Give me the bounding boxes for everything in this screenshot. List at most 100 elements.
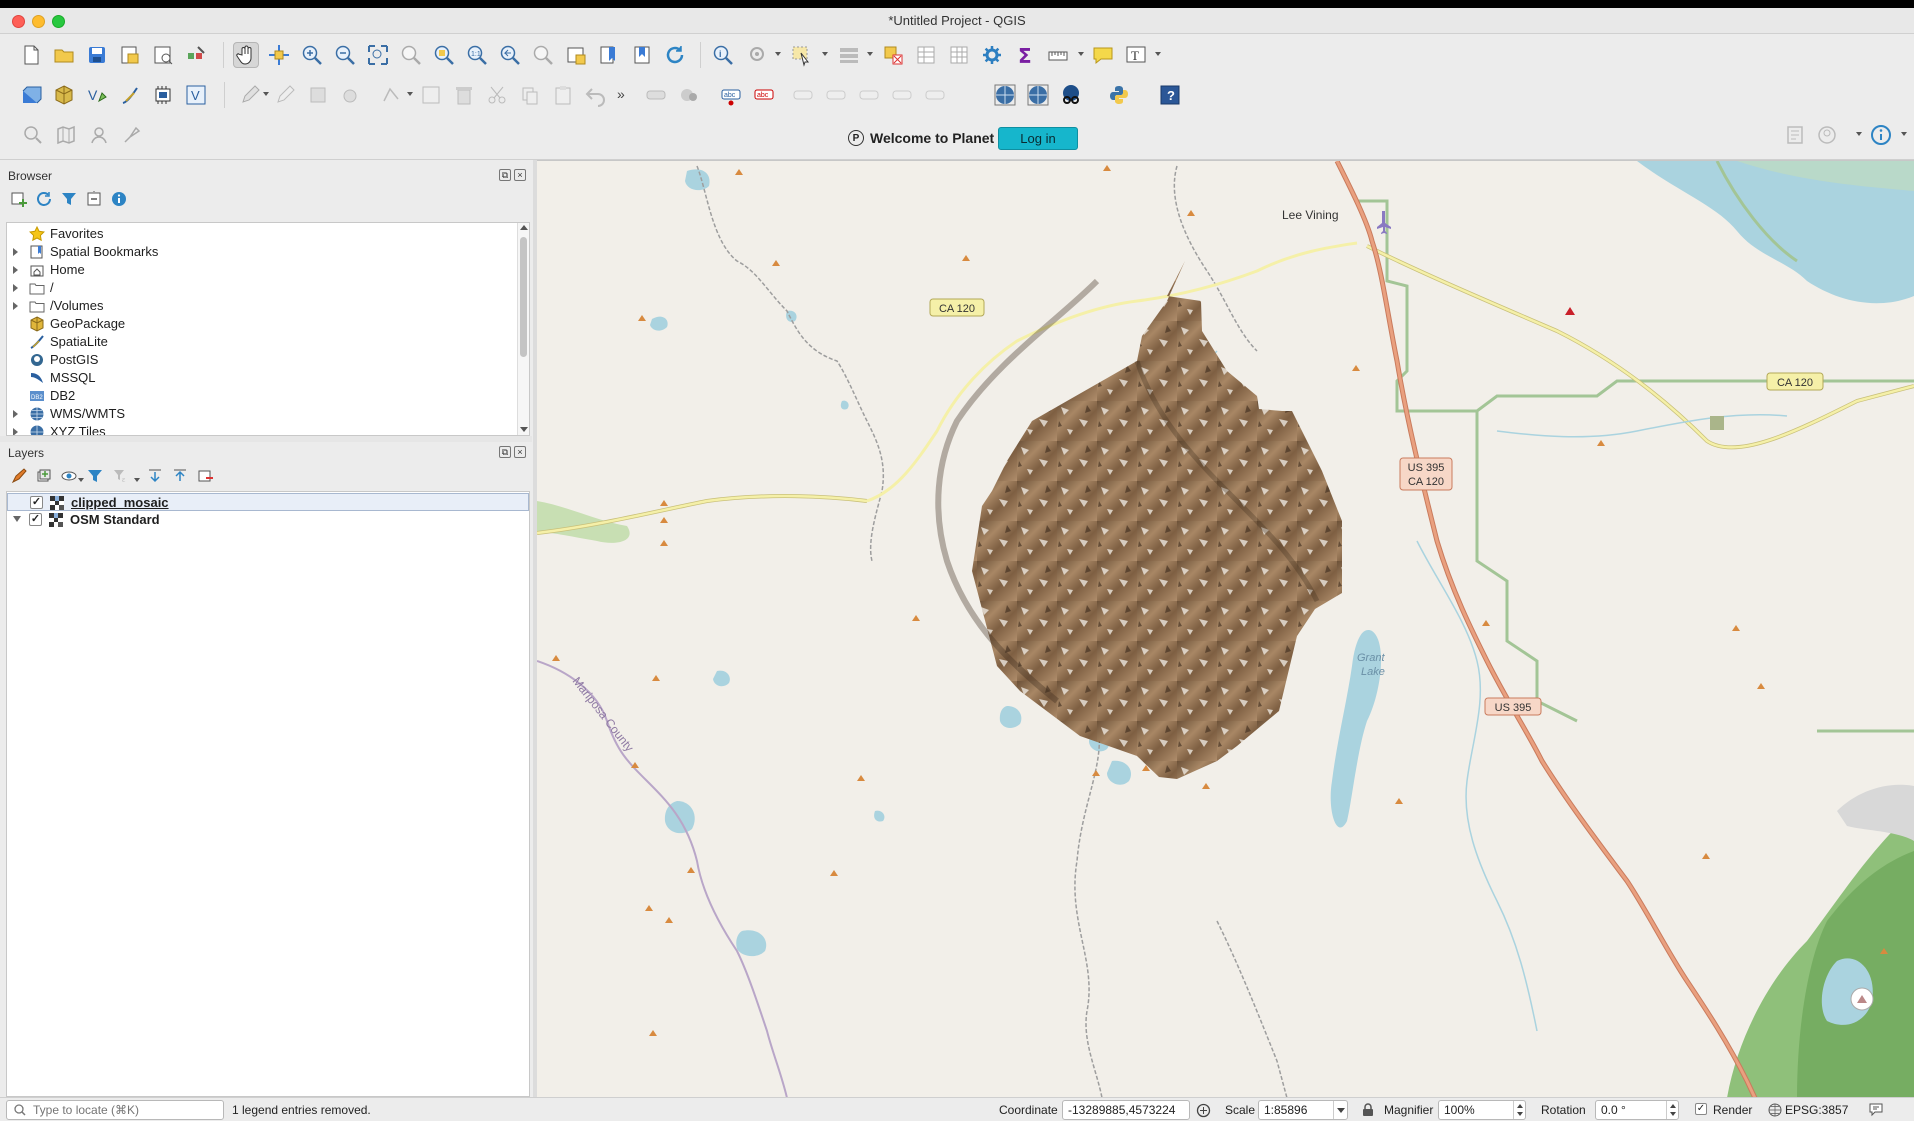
expand-arrow-icon[interactable] bbox=[13, 266, 18, 274]
layer-labeling-icon[interactable] bbox=[676, 82, 702, 108]
undo-icon[interactable] bbox=[583, 82, 609, 108]
planet-basemaps-icon[interactable] bbox=[53, 122, 79, 148]
wms-server-icon[interactable] bbox=[992, 82, 1018, 108]
browser-item-geopackage[interactable]: GeoPackage bbox=[7, 315, 512, 333]
layers-tree[interactable]: ✓ clipped_mosaic ✓ OSM Standard bbox=[6, 491, 530, 1097]
zoom-to-selection-icon[interactable] bbox=[398, 42, 424, 68]
open-attribute-table-icon[interactable] bbox=[913, 42, 939, 68]
planet-search-icon[interactable] bbox=[20, 122, 46, 148]
browser-item-root[interactable]: / bbox=[7, 279, 512, 297]
toggle-extents-icon[interactable] bbox=[1196, 1103, 1211, 1118]
copy-features-icon[interactable] bbox=[517, 82, 543, 108]
vertex-tool-icon[interactable] bbox=[378, 82, 404, 108]
measure-line-icon[interactable] bbox=[1045, 42, 1071, 68]
data-source-manager-icon[interactable] bbox=[18, 82, 44, 108]
zoom-out-icon[interactable] bbox=[332, 42, 358, 68]
new-virtual-layer-icon[interactable]: V bbox=[183, 82, 209, 108]
browser-filter-icon[interactable] bbox=[60, 190, 78, 208]
new-spatialite-layer-icon[interactable] bbox=[117, 82, 143, 108]
layer-item-osm-standard[interactable]: ✓ OSM Standard bbox=[7, 511, 529, 529]
browser-item-mssql[interactable]: MSSQL bbox=[7, 369, 512, 387]
browser-item-xyz-tiles[interactable]: XYZ Tiles bbox=[7, 423, 512, 435]
panel-splitter[interactable] bbox=[0, 436, 532, 442]
render-checkbox[interactable]: ✓ bbox=[1695, 1103, 1707, 1115]
browser-item-db2[interactable]: DB2 DB2 bbox=[7, 387, 512, 405]
run-feature-action-icon[interactable] bbox=[745, 42, 771, 68]
collapse-arrow-icon[interactable] bbox=[13, 516, 21, 522]
new-geopackage-layer-icon[interactable] bbox=[51, 82, 77, 108]
identify-features-icon[interactable]: i bbox=[710, 42, 736, 68]
messages-icon[interactable] bbox=[1868, 1102, 1884, 1117]
planet-info-icon[interactable] bbox=[1868, 122, 1894, 148]
planet-user-icon[interactable] bbox=[1814, 122, 1840, 148]
expand-arrow-icon[interactable] bbox=[13, 302, 18, 310]
show-hide-labels-icon[interactable] bbox=[856, 82, 882, 108]
open-layer-styling-icon[interactable] bbox=[10, 467, 28, 485]
new-shapefile-layer-icon[interactable]: V bbox=[84, 82, 110, 108]
layer-visibility-checkbox[interactable]: ✓ bbox=[30, 496, 43, 509]
planet-orders-icon[interactable] bbox=[1782, 122, 1808, 148]
zoom-next-icon[interactable] bbox=[530, 42, 556, 68]
select-by-value-icon[interactable] bbox=[836, 42, 862, 68]
pan-to-selection-icon[interactable] bbox=[266, 42, 292, 68]
zoom-native-resolution-icon[interactable]: 1:1 bbox=[464, 42, 490, 68]
browser-item-spatialite[interactable]: SpatiaLite bbox=[7, 333, 512, 351]
chevron-down-icon[interactable] bbox=[1333, 1101, 1347, 1119]
expand-arrow-icon[interactable] bbox=[13, 284, 18, 292]
enable-properties-icon[interactable] bbox=[110, 190, 128, 208]
new-bookmark-icon[interactable] bbox=[596, 42, 622, 68]
show-bookmarks-icon[interactable] bbox=[629, 42, 655, 68]
metasearch-icon[interactable] bbox=[1058, 82, 1084, 108]
current-edits-icon[interactable] bbox=[237, 82, 263, 108]
browser-item-favorites[interactable]: Favorites bbox=[7, 225, 512, 243]
modify-attributes-icon[interactable] bbox=[418, 82, 444, 108]
browser-float-button[interactable]: ⧉ bbox=[499, 169, 511, 181]
filter-legend-icon[interactable] bbox=[86, 467, 104, 485]
pin-unpin-labels-icon[interactable] bbox=[823, 82, 849, 108]
browser-scrollbar[interactable] bbox=[517, 223, 529, 435]
crs-globe-icon[interactable] bbox=[1768, 1103, 1782, 1117]
open-project-icon[interactable] bbox=[51, 42, 77, 68]
zoom-in-icon[interactable] bbox=[299, 42, 325, 68]
magnifier-spinbox[interactable]: 100% bbox=[1438, 1100, 1526, 1120]
processing-toolbox-icon[interactable] bbox=[979, 42, 1005, 68]
planet-login-button[interactable]: Log in bbox=[998, 127, 1078, 150]
planet-tasking-icon[interactable] bbox=[86, 122, 112, 148]
browser-item-spatial-bookmarks[interactable]: Spatial Bookmarks bbox=[7, 243, 512, 261]
browser-close-button[interactable]: × bbox=[514, 169, 526, 181]
expand-all-icon[interactable] bbox=[146, 467, 164, 485]
layer-diagram-options-icon[interactable]: abc bbox=[751, 82, 777, 108]
deselect-features-icon[interactable] bbox=[880, 42, 906, 68]
paste-features-icon[interactable] bbox=[550, 82, 576, 108]
python-console-icon[interactable] bbox=[1106, 82, 1132, 108]
browser-item-home[interactable]: Home bbox=[7, 261, 512, 279]
coordinate-field[interactable]: -13289885,4573224 bbox=[1062, 1100, 1190, 1120]
add-group-icon[interactable] bbox=[35, 467, 53, 485]
collapse-all-layers-icon[interactable] bbox=[171, 467, 189, 485]
remove-layer-icon[interactable] bbox=[196, 467, 214, 485]
layer-visibility-checkbox[interactable]: ✓ bbox=[29, 513, 42, 526]
browser-item-postgis[interactable]: PostGIS bbox=[7, 351, 512, 369]
zoom-to-layer-icon[interactable] bbox=[431, 42, 457, 68]
zoom-full-icon[interactable] bbox=[365, 42, 391, 68]
add-selected-layers-icon[interactable] bbox=[10, 190, 28, 208]
collapse-all-icon[interactable] bbox=[85, 190, 103, 208]
delete-selected-icon[interactable] bbox=[451, 82, 477, 108]
browser-refresh-icon[interactable] bbox=[35, 190, 53, 208]
planet-inspector-icon[interactable] bbox=[119, 122, 145, 148]
filter-legend-by-expression-icon[interactable]: ε bbox=[112, 467, 130, 485]
browser-tree[interactable]: Favorites Spatial Bookmarks Home / /Volu… bbox=[6, 222, 530, 436]
crs-label[interactable]: EPSG:3857 bbox=[1785, 1103, 1848, 1117]
layers-float-button[interactable]: ⧉ bbox=[499, 446, 511, 458]
manage-map-themes-icon[interactable] bbox=[60, 467, 78, 485]
save-layer-edits-icon[interactable] bbox=[305, 82, 331, 108]
toolbar-overflow-icon[interactable]: » bbox=[617, 86, 625, 102]
highlight-pinned-labels-icon[interactable] bbox=[790, 82, 816, 108]
help-icon[interactable]: ? bbox=[1157, 82, 1183, 108]
toggle-editing-icon[interactable] bbox=[272, 82, 298, 108]
wfs-server-icon[interactable] bbox=[1025, 82, 1051, 108]
browser-item-volumes[interactable]: /Volumes bbox=[7, 297, 512, 315]
new-map-view-icon[interactable] bbox=[563, 42, 589, 68]
style-manager-icon[interactable] bbox=[183, 42, 209, 68]
rotate-label-icon[interactable] bbox=[922, 82, 948, 108]
